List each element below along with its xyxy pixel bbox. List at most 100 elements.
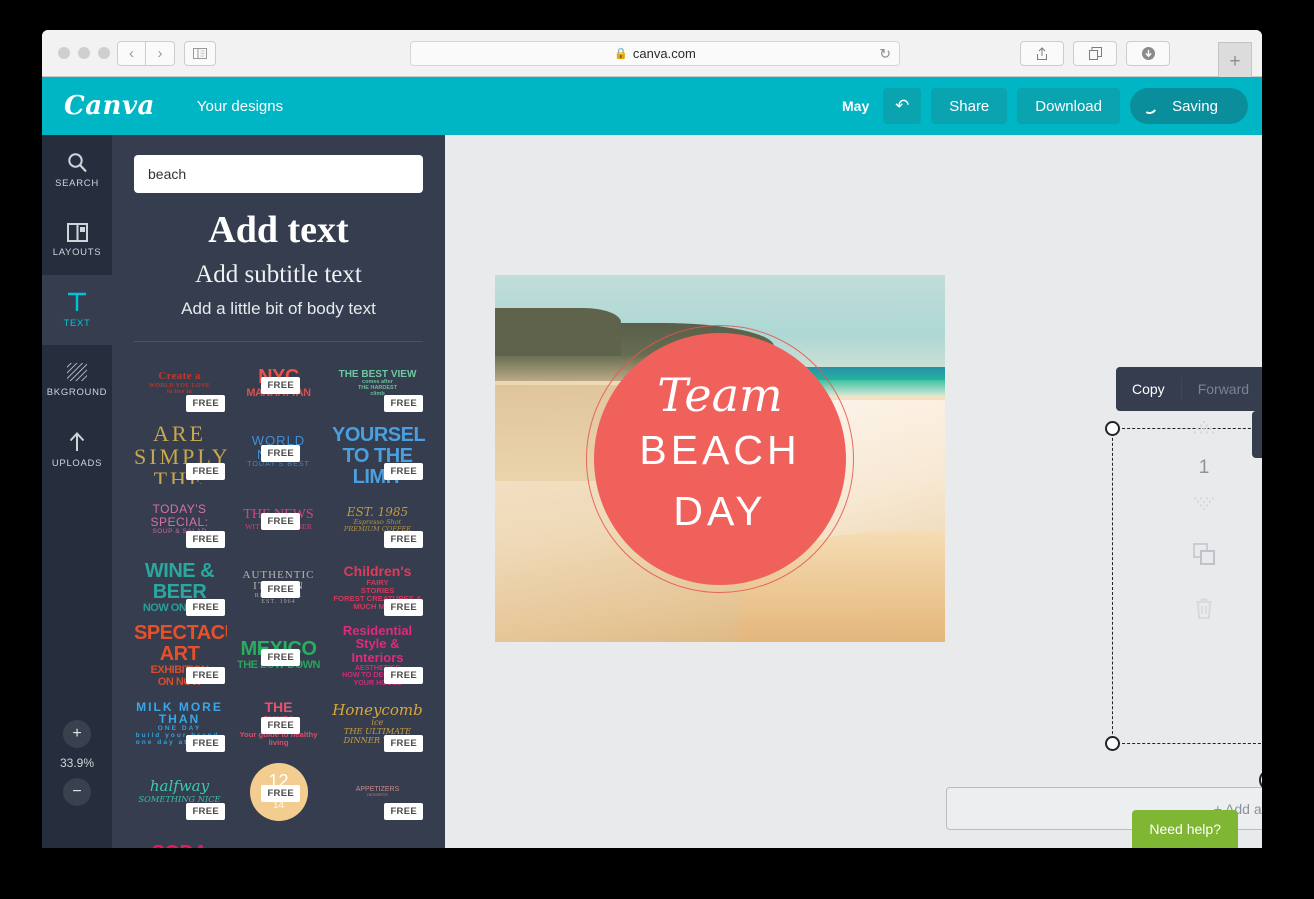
reload-icon[interactable]: ↻ — [879, 45, 891, 62]
copy-button[interactable]: Copy — [1116, 367, 1181, 411]
text-template-best-view[interactable]: THE BEST VIEW comes after THE HARDEST climb… — [330, 352, 425, 416]
text-template-oct-calendar[interactable]: 12OCT14FREE — [231, 760, 326, 824]
text-template-espresso-shot[interactable]: EST. 1985 Espresso Shot PREMIUM COFFEE FREE — [330, 488, 425, 552]
back-icon[interactable]: ‹ — [117, 41, 146, 66]
sidebar-item-label: UPLOADS — [51, 458, 103, 469]
text-template-aesthetics[interactable]: Residential Style & Interiors AESTHETICS H… — [330, 624, 425, 688]
text-template-dont-quit[interactable]: PUSH YOURSELF TO THE LIMITDON'T QUITFREE — [330, 420, 425, 484]
text-template-mexico[interactable]: MEXICOTHE LOW-DOWNFREE — [231, 624, 326, 688]
template-preview: Create a WORLD YOU LOVE to live in — [134, 371, 225, 395]
url-bar[interactable]: 🔒 canva.com ↻ — [410, 41, 900, 66]
text-template-exhibition[interactable]: SPECTACULAR ARTEXHIBITIONON NOWFREE — [132, 624, 227, 688]
text-template-world-you-love[interactable]: Create a WORLD YOU LOVE to live in FREE — [132, 352, 227, 416]
free-badge: FREE — [186, 530, 225, 548]
canva-logo[interactable]: Canva — [64, 91, 155, 121]
undo-icon[interactable]: ↶ — [883, 88, 922, 124]
template-preview: THE BEST VIEW comes after THE HARDEST climb — [332, 369, 423, 398]
upload-arrow-icon — [69, 432, 85, 451]
browser-window: ‹ › 🔒 canva.com ↻ + Canva Your designs M… — [42, 30, 1262, 848]
maximize-window-button[interactable] — [98, 47, 110, 59]
hatch-icon — [67, 363, 87, 381]
template-line: TODAY'S SPECIAL: — [150, 502, 209, 530]
template-line: Honeycomb — [332, 700, 423, 719]
search-input[interactable] — [134, 155, 423, 193]
text-template-text-here-green[interactable]: text hereFREE — [231, 828, 326, 849]
sidebar-item-label: TEXT — [63, 318, 91, 329]
add-text-heading[interactable]: Add text — [112, 207, 445, 255]
resize-handle-bottom-left[interactable] — [1105, 736, 1120, 751]
sidebar-item-uploads[interactable]: UPLOADS — [42, 415, 112, 485]
text-template-todays-special[interactable]: TODAY'S SPECIAL: SOUP & SALAD FREE — [132, 488, 227, 552]
design-text-day[interactable]: DAY — [673, 481, 766, 543]
window-traffic-lights — [58, 47, 110, 59]
free-badge: FREE — [186, 802, 225, 820]
forward-icon[interactable]: › — [146, 41, 175, 66]
page-down-icon[interactable] — [1193, 497, 1215, 516]
free-badge: FREE — [384, 394, 423, 412]
design-title[interactable]: May — [842, 98, 869, 114]
downloads-icon[interactable] — [1126, 41, 1170, 66]
text-template-wine-beer[interactable]: WINE & BEER NOW ON SALE FREE — [132, 556, 227, 620]
text-template-the-news[interactable]: THE NEWSWITTY ONE LINERFREE — [231, 488, 326, 552]
new-tab-button[interactable]: + — [1218, 42, 1252, 80]
text-template-quinoa-way[interactable]: THEQUINOAWAYYour guide to healthy living… — [231, 692, 326, 756]
design-text-team[interactable]: Team — [657, 372, 782, 418]
template-line: WINE & BEER — [144, 559, 215, 603]
template-line: MILK MORE THAN — [136, 699, 223, 727]
download-button[interactable]: Download — [1017, 88, 1120, 124]
template-line: DESSERTS — [367, 793, 388, 798]
free-badge: FREE — [186, 462, 225, 480]
design-text-beach[interactable]: BEACH — [639, 420, 800, 482]
sidebar-item-label: LAYOUTS — [52, 246, 102, 258]
resize-handle-top-left[interactable] — [1105, 421, 1120, 436]
top-bar-actions: May ↶ Share Download Saving — [842, 77, 1248, 135]
spinner-icon — [1140, 97, 1159, 116]
sidebar-item-text[interactable]: TEXT — [42, 265, 112, 355]
text-template-soda-pop[interactable]: SODA-POPFREE — [132, 828, 227, 848]
delete-page-icon[interactable] — [1194, 597, 1214, 625]
add-body-text[interactable]: Add a little bit of body text — [112, 299, 445, 319]
browser-chrome: ‹ › 🔒 canva.com ↻ + — [42, 30, 1262, 80]
free-badge: FREE — [384, 666, 423, 684]
template-line: EST. 1964 — [261, 599, 296, 606]
text-template-honeycomb[interactable]: Honeycomb ice THE ULTIMATE DINNER TREAT FRE… — [330, 692, 425, 756]
free-badge: FREE — [384, 734, 423, 752]
saving-status-button[interactable]: Saving — [1130, 88, 1248, 124]
need-help-button[interactable]: Need help? — [1132, 810, 1238, 848]
sidebar-toggle-icon[interactable] — [184, 41, 216, 66]
text-template-ristorante[interactable]: AUTHENTIC ITALIANRISTORANTEEST. 1964FREE — [231, 556, 326, 620]
close-window-button[interactable] — [58, 47, 70, 59]
add-subtitle-text[interactable]: Add subtitle text — [112, 261, 445, 289]
layouts-icon — [66, 222, 88, 242]
duplicate-icon[interactable] — [1192, 542, 1216, 571]
template-preview: APPETIZERS DESSERTS — [332, 786, 423, 797]
zoom-out-button[interactable]: − — [63, 778, 91, 806]
text-template-world-news[interactable]: WORLD NEWSTODAY'S BESTFREE — [231, 420, 326, 484]
design-page[interactable]: Team BEACH DAY — [495, 275, 945, 642]
design-canvas[interactable]: Team BEACH DAY — [495, 275, 945, 642]
free-badge: FREE — [261, 716, 300, 734]
text-template-halfway[interactable]: halfway SOMETHING NICE FREE — [132, 760, 227, 824]
page-up-icon[interactable] — [1193, 420, 1215, 439]
template-line: EST. 1985 — [346, 505, 409, 520]
your-designs-link[interactable]: Your designs — [197, 98, 283, 115]
minimize-window-button[interactable] — [78, 47, 90, 59]
sidebar-item-bkground[interactable]: BKGROUND — [42, 345, 112, 415]
text-template-text-here-red[interactable]: TEXT HEREFREE — [330, 828, 425, 849]
sidebar-item-search[interactable]: SEARCH — [42, 135, 112, 205]
template-preview: SODA-POP — [134, 843, 225, 848]
text-template-you-are-best[interactable]: YOU ARE SIMPLY THEBESTFREE — [132, 420, 227, 484]
navigation-buttons: ‹ › — [117, 41, 175, 66]
text-template-menu-split[interactable]: APPETIZERS DESSERTS FREE — [330, 760, 425, 824]
forward-button[interactable]: Forward — [1182, 367, 1262, 411]
zoom-in-button[interactable]: + — [63, 720, 91, 748]
template-line: SPECTACULAR ART — [134, 623, 227, 665]
text-template-fairy-stories[interactable]: Children's FAIRY STORIES FOREST CREATURES &… — [330, 556, 425, 620]
template-line: halfway — [149, 777, 210, 796]
text-template-nyc[interactable]: NYCMANHATTANFREE — [231, 352, 326, 416]
tabs-icon[interactable] — [1073, 41, 1117, 66]
text-template-one-day[interactable]: MILK MORE THAN ONE DAY build your brand, o… — [132, 692, 227, 756]
design-circle-shape[interactable]: Team BEACH DAY — [594, 332, 846, 585]
share-icon[interactable] — [1020, 41, 1064, 66]
share-button[interactable]: Share — [931, 88, 1008, 124]
